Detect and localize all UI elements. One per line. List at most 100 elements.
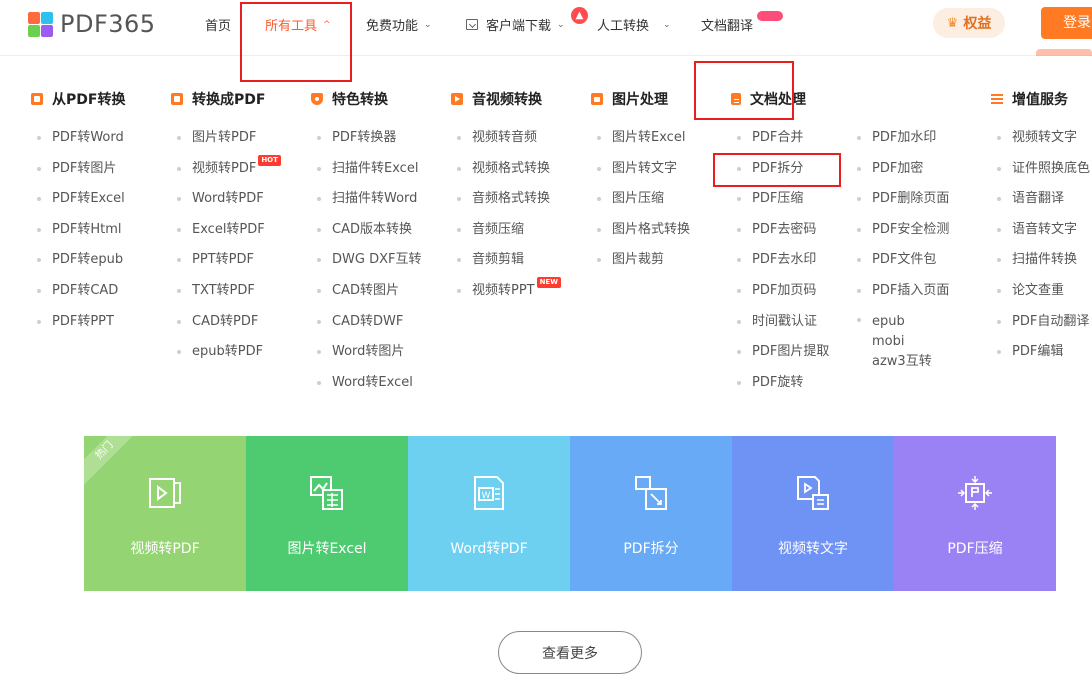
menu-item[interactable]: 扫描件转Excel (317, 156, 421, 187)
menu-item[interactable]: 视频转音频 (457, 125, 561, 156)
menu-item[interactable]: Word转图片 (317, 339, 421, 370)
tile-label: 图片转Excel (287, 541, 367, 557)
menu-item-pdf-split[interactable]: PDF拆分 (737, 156, 829, 187)
tile-video-to-text[interactable]: 视频转文字 (732, 436, 894, 591)
menu-item[interactable]: 视频转文字 (997, 125, 1090, 156)
tile-video-to-pdf[interactable]: 热门 视频转PDF (84, 436, 246, 591)
category-from-pdf: 从PDF转换 (31, 89, 125, 109)
menu-item[interactable]: 视频转PPT NEW (457, 276, 561, 309)
new-badge: NEW (536, 276, 561, 288)
menu-item[interactable]: 语音转文字 (997, 217, 1090, 248)
menu-item[interactable]: 图片转Excel (597, 125, 690, 156)
menu-item[interactable]: PPT转PDF (177, 247, 281, 278)
chevron-down-icon: ⌄ (424, 19, 432, 30)
menu-item[interactable]: PDF转Html (37, 217, 125, 248)
menu-item[interactable]: CAD转PDF (177, 309, 281, 340)
chevron-up-icon: ^ (323, 19, 331, 30)
menu-item[interactable]: 图片压缩 (597, 186, 690, 217)
menu-item[interactable]: PDF插入页面 (857, 278, 949, 309)
menu-item[interactable]: PDF去水印 (737, 247, 829, 278)
menu-item[interactable]: 图片转PDF (177, 125, 281, 156)
top-header: PDF365 首页 所有工具 ^ 免费功能 ⌄ 客户端下载 ⌄ ▲ 人工转换 ⌄ 文档翻… (0, 0, 1092, 56)
menu-item[interactable]: CAD转DWF (317, 309, 421, 340)
menu-item[interactable]: PDF编辑 (997, 339, 1090, 370)
tile-image-to-excel[interactable]: 图片转Excel (246, 436, 408, 591)
menu-item[interactable]: PDF转Word (37, 125, 125, 156)
menu-item[interactable]: 图片转文字 (597, 156, 690, 187)
login-button[interactable]: 登录 (1041, 7, 1092, 39)
nav-client-download-label: 客户端下载 (486, 19, 552, 34)
menu-item[interactable]: PDF加页码 (737, 278, 829, 309)
menu-item[interactable]: PDF转epub (37, 247, 125, 278)
menu-item[interactable]: 论文查重 (997, 278, 1090, 309)
rights-button[interactable]: ♛ 权益 (933, 8, 1005, 38)
tile-pdf-compress[interactable]: PDF压缩 (894, 436, 1056, 591)
menu-item[interactable]: Excel转PDF (177, 217, 281, 248)
menu-item[interactable]: 时间戳认证 (737, 309, 829, 340)
menu-item[interactable]: 音频格式转换 (457, 186, 561, 217)
video-to-pdf-icon (149, 478, 181, 508)
menu-item[interactable]: PDF文件包 (857, 247, 949, 278)
menu-item[interactable]: PDF转Excel (37, 186, 125, 217)
tile-label: 视频转文字 (778, 541, 848, 557)
svg-text:W: W (482, 491, 491, 501)
menu-item[interactable]: PDF旋转 (737, 370, 829, 401)
nav-all-tools[interactable]: 所有工具 ^ (265, 15, 331, 34)
menu-item[interactable]: 扫描件转Word (317, 186, 421, 217)
menu-item[interactable]: CAD转图片 (317, 278, 421, 309)
tile-word-to-pdf[interactable]: W Word转PDF (408, 436, 570, 591)
menu-item[interactable]: PDF加水印 (857, 125, 949, 156)
hot-badge: HOT (258, 154, 281, 166)
menu-item[interactable]: DWG DXF互转 (317, 247, 421, 278)
menu-item[interactable]: 证件照换底色 (997, 156, 1090, 187)
menu-item[interactable]: 扫描件转换 (997, 247, 1090, 278)
from-pdf-icon (31, 93, 43, 105)
chevron-down-icon: ⌄ (557, 19, 565, 30)
menu-item[interactable]: PDF压缩 (737, 186, 829, 217)
view-more-button[interactable]: 查看更多 (498, 631, 642, 674)
brand-logo[interactable]: PDF365 (28, 10, 156, 38)
menu-item[interactable]: 视频格式转换 (457, 156, 561, 187)
nav-client-download[interactable]: 客户端下载 ⌄ (466, 15, 565, 34)
menu-item[interactable]: 图片格式转换 (597, 217, 690, 248)
menu-item[interactable]: PDF自动翻译 (997, 309, 1090, 340)
category-to-pdf: 转换成PDF (171, 89, 265, 109)
menu-item[interactable]: PDF安全检测 (857, 217, 949, 248)
menu-item[interactable]: PDF去密码 (737, 217, 829, 248)
tile-label: 视频转PDF (130, 541, 200, 557)
nav-doc-translate[interactable]: 文档翻译 (701, 15, 753, 34)
nav-doc-translate-label: 文档翻译 (701, 19, 754, 34)
menu-item[interactable]: epub mobi azw3互转 (857, 309, 937, 369)
menu-item[interactable]: Word转Excel (317, 370, 421, 401)
menu-item[interactable]: CAD版本转换 (317, 217, 421, 248)
menu-item[interactable]: PDF转CAD (37, 278, 125, 309)
nav-manual[interactable]: 人工转换 ⌄ (597, 15, 671, 34)
category-label: 增值服务 (1012, 92, 1068, 108)
menu-item[interactable]: epub转PDF (177, 339, 281, 370)
nav-free[interactable]: 免费功能 ⌄ (366, 15, 432, 34)
tile-pdf-split[interactable]: PDF拆分 (570, 436, 732, 591)
menu-item[interactable]: PDF合并 (737, 125, 829, 156)
nav-home[interactable]: 首页 (205, 15, 231, 34)
menu-item[interactable]: 图片裁剪 (597, 247, 690, 278)
menu-item[interactable]: 音频压缩 (457, 217, 561, 248)
menu-item[interactable]: PDF转图片 (37, 156, 125, 187)
menu-item[interactable]: 音频剪辑 (457, 247, 561, 278)
tile-label: PDF拆分 (623, 541, 679, 557)
tile-label: PDF压缩 (947, 541, 1003, 557)
menu-item[interactable]: PDF转PPT (37, 309, 125, 340)
tool-list-value-added: 视频转文字 证件照换底色 语音翻译 语音转文字 扫描件转换 论文查重 PDF自动… (997, 125, 1090, 370)
menu-item[interactable]: TXT转PDF (177, 278, 281, 309)
menu-item[interactable]: 语音翻译 (997, 186, 1090, 217)
category-value-added: 增值服务 (991, 89, 1068, 109)
menu-item[interactable]: 视频转PDF HOT (177, 154, 281, 187)
menu-item[interactable]: PDF图片提取 (737, 339, 829, 370)
shield-icon (311, 93, 323, 105)
menu-item[interactable]: PDF删除页面 (857, 186, 949, 217)
menu-item[interactable]: PDF转换器 (317, 125, 421, 156)
menu-item[interactable]: Word转PDF (177, 186, 281, 217)
menu-item[interactable]: PDF加密 (857, 156, 949, 187)
hot-ribbon: 热门 (84, 436, 144, 490)
crown-icon: ♛ (946, 15, 959, 31)
category-image: 图片处理 (591, 89, 668, 109)
